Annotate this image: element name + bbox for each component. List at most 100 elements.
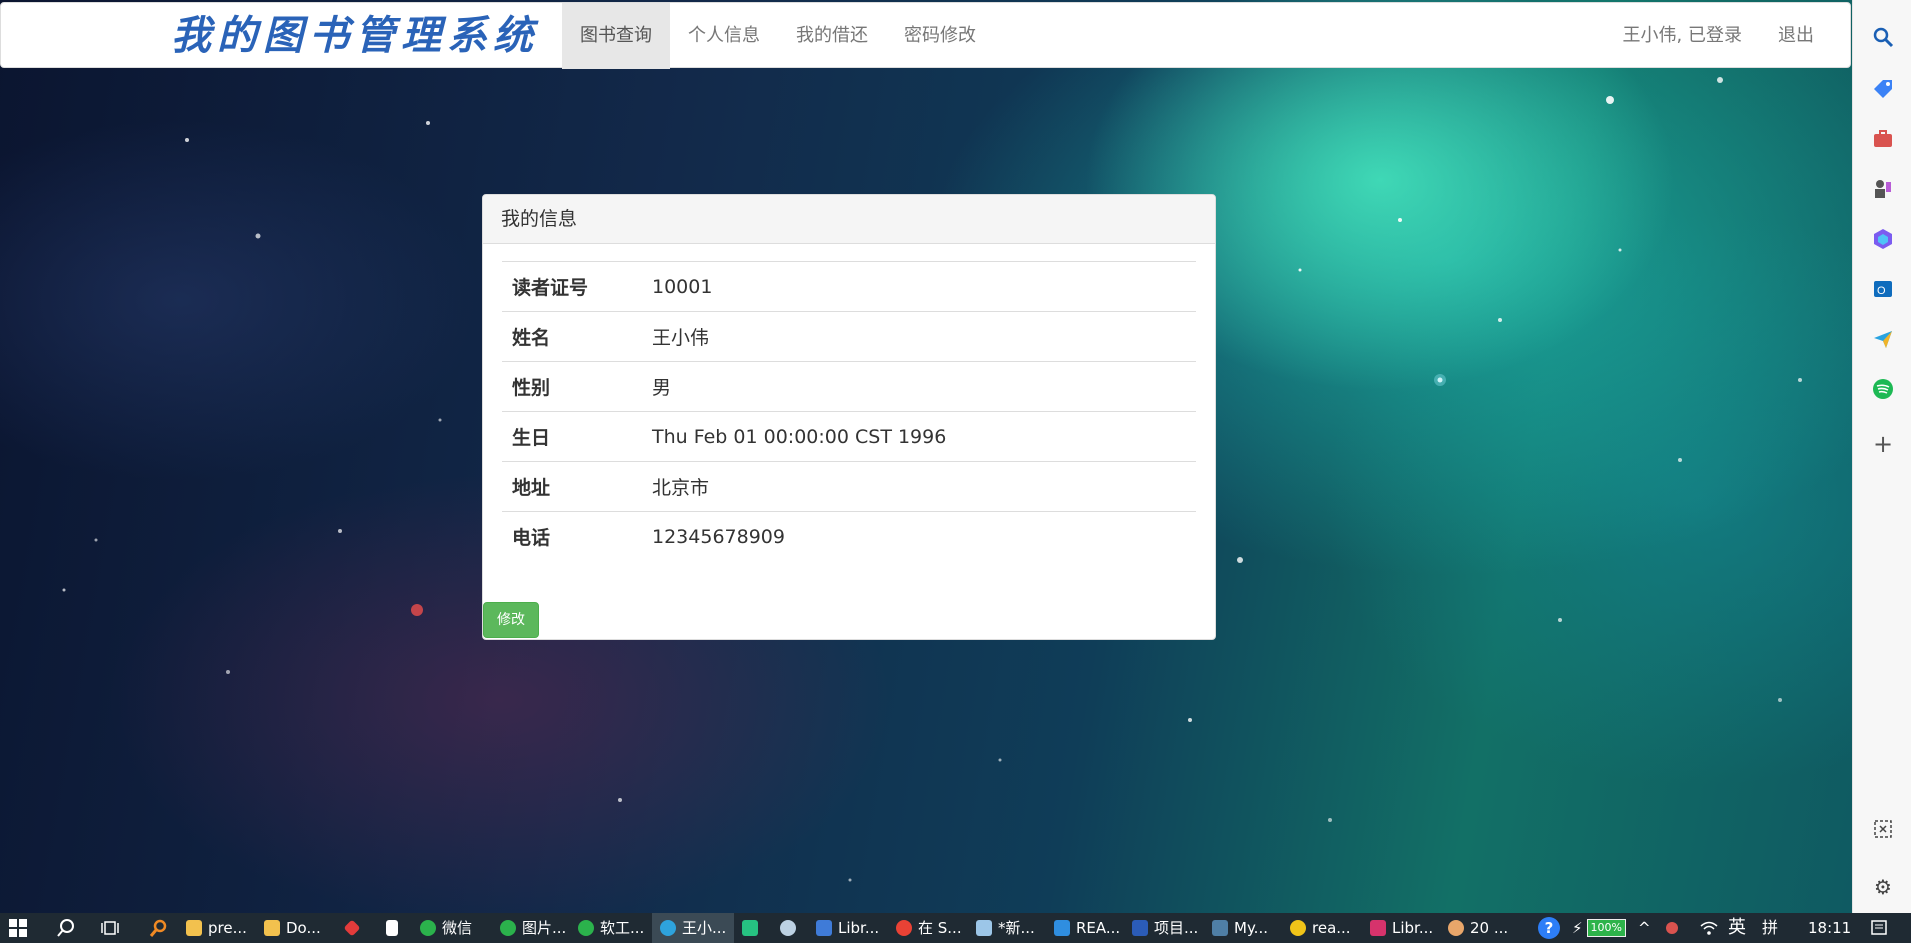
wechat-icon: [500, 920, 516, 936]
taskbar-app-label: Libr...: [838, 919, 880, 937]
taskbar-app-label: 王小...: [682, 919, 727, 937]
steam-icon: [780, 920, 796, 936]
antivirus-tray-icon[interactable]: [1666, 913, 1684, 943]
taskbar-app-steam[interactable]: [780, 913, 802, 943]
show-hidden-icons-chevron-up-icon[interactable]: ^: [1638, 913, 1651, 943]
taskbar-app-edge[interactable]: 王小...: [652, 913, 735, 943]
app-icon: [742, 920, 758, 936]
table-row: 姓名 王小伟: [502, 311, 1196, 362]
spotify-icon[interactable]: [1871, 378, 1895, 402]
taskbar-app-label: 软工...: [600, 919, 645, 937]
edge-icon: [660, 920, 676, 936]
taskbar-app-folder-do[interactable]: Do...: [264, 913, 321, 943]
edit-button[interactable]: 修改: [483, 602, 539, 638]
info-table: 读者证号 10001 姓名 王小伟 性别 男 生日 Thu Feb 01 00:…: [502, 261, 1196, 561]
chess-icon[interactable]: [1871, 178, 1895, 202]
notepad-icon: [976, 920, 992, 936]
taskbar-app-label: *新...: [998, 919, 1035, 937]
taskbar-app-avatar[interactable]: 20 ...: [1448, 913, 1508, 943]
ime-mode-indicator[interactable]: 拼: [1762, 913, 1778, 943]
taskbar-app-library[interactable]: Libr...: [816, 913, 879, 943]
taskbar-app-label: 图片...: [522, 919, 567, 937]
taskbar-app-label: rea...: [1312, 919, 1351, 937]
tag-icon[interactable]: [1871, 78, 1895, 102]
screenshot-icon[interactable]: [1871, 818, 1895, 842]
folder-icon: [186, 920, 202, 936]
field-value: 北京市: [642, 461, 1196, 512]
wechat-icon: [578, 920, 594, 936]
nav-menu: 图书查询 个人信息 我的借还 密码修改: [562, 3, 994, 69]
ime-language-indicator[interactable]: 英: [1728, 913, 1746, 943]
taskbar-app-diamond[interactable]: [343, 913, 364, 943]
outlook-icon[interactable]: O: [1871, 278, 1895, 302]
nav-item-book-query[interactable]: 图书查询: [562, 3, 670, 69]
field-label: 姓名: [502, 311, 642, 362]
typora-icon: [1290, 920, 1306, 936]
taskbar-app-mysql[interactable]: My...: [1212, 913, 1268, 943]
taskbar-app-green[interactable]: [742, 913, 764, 943]
taskbar-app-label: Do...: [286, 919, 321, 937]
diamond-icon: [343, 919, 361, 937]
search-icon[interactable]: [1871, 26, 1895, 50]
taskbar-app-label: Libr...: [1392, 919, 1434, 937]
windows-start-icon[interactable]: [8, 913, 28, 943]
taskbar-app-file[interactable]: [386, 913, 404, 943]
nav-item-change-password[interactable]: 密码修改: [886, 3, 994, 69]
logout-link[interactable]: 退出: [1760, 3, 1832, 69]
vscode-icon: [1054, 920, 1070, 936]
nav-user-area: 王小伟, 已登录 退出: [1605, 3, 1832, 69]
taskbar-app-idea[interactable]: Libr...: [1370, 913, 1433, 943]
everything-search-icon[interactable]: [148, 913, 168, 943]
help-icon[interactable]: ?: [1538, 913, 1560, 943]
taskbar-app-wechat[interactable]: 微信: [420, 913, 472, 943]
field-value: 10001: [642, 261, 1196, 312]
field-value: 王小伟: [642, 311, 1196, 362]
battery-indicator[interactable]: ⚡ 100%: [1572, 913, 1626, 943]
field-value: 12345678909: [642, 511, 1196, 561]
field-label: 性别: [502, 361, 642, 412]
top-navbar: 我的图书管理系统 图书查询 个人信息 我的借还 密码修改 王小伟, 已登录 退出: [0, 2, 1851, 69]
wifi-icon[interactable]: [1700, 913, 1718, 943]
table-row: 地址 北京市: [502, 461, 1196, 512]
taskbar-app-label: 在 S...: [918, 919, 962, 937]
user-status[interactable]: 王小伟, 已登录: [1605, 3, 1760, 69]
gear-icon[interactable]: ⚙: [1871, 875, 1895, 899]
taskbar-app-wechat-pictures[interactable]: 图片...: [500, 913, 566, 943]
clock[interactable]: 18:11: [1808, 913, 1851, 943]
idea-icon: [1370, 920, 1386, 936]
taskbar-app-wechat-softeng[interactable]: 软工...: [578, 913, 644, 943]
taskbar-search-icon[interactable]: [56, 913, 76, 943]
office-icon[interactable]: [1871, 228, 1895, 252]
taskbar-app-chrome[interactable]: 在 S...: [896, 913, 962, 943]
field-value: 男: [642, 361, 1196, 412]
table-row: 生日 Thu Feb 01 00:00:00 CST 1996: [502, 411, 1196, 462]
taskbar-app-label: 项目...: [1154, 919, 1199, 937]
svg-text:O: O: [1877, 285, 1886, 297]
send-icon[interactable]: [1871, 328, 1895, 352]
my-info-panel: 我的信息 读者证号 10001 姓名 王小伟 性别 男 生日 Thu Feb 0…: [482, 194, 1216, 640]
nav-item-personal-info[interactable]: 个人信息: [670, 3, 778, 69]
brand-logo[interactable]: 我的图书管理系统: [171, 11, 539, 61]
avatar-icon: [1448, 920, 1464, 936]
task-view-icon[interactable]: [100, 913, 120, 943]
taskbar-app-word[interactable]: 项目...: [1132, 913, 1198, 943]
plus-icon[interactable]: +: [1871, 432, 1895, 456]
battery-percent: 100%: [1586, 919, 1626, 937]
wechat-icon: [420, 920, 436, 936]
field-label: 生日: [502, 411, 642, 462]
field-value: Thu Feb 01 00:00:00 CST 1996: [642, 411, 1196, 462]
field-label: 电话: [502, 511, 642, 561]
taskbar-app-typora[interactable]: rea...: [1290, 913, 1351, 943]
folder-icon: [264, 920, 280, 936]
taskbar-app-notepad[interactable]: *新...: [976, 913, 1035, 943]
file-icon: [386, 920, 398, 936]
browser-sidebar: O + ⚙: [1852, 0, 1911, 913]
taskbar-app-folder-pre[interactable]: pre...: [186, 913, 247, 943]
panel-title: 我的信息: [483, 195, 1215, 244]
briefcase-icon[interactable]: [1871, 128, 1895, 152]
field-label: 读者证号: [502, 261, 642, 312]
taskbar-app-vscode[interactable]: REA...: [1054, 913, 1120, 943]
taskbar-app-label: 微信: [442, 919, 473, 937]
notifications-icon[interactable]: [1870, 913, 1888, 943]
nav-item-my-borrow[interactable]: 我的借还: [778, 3, 886, 69]
